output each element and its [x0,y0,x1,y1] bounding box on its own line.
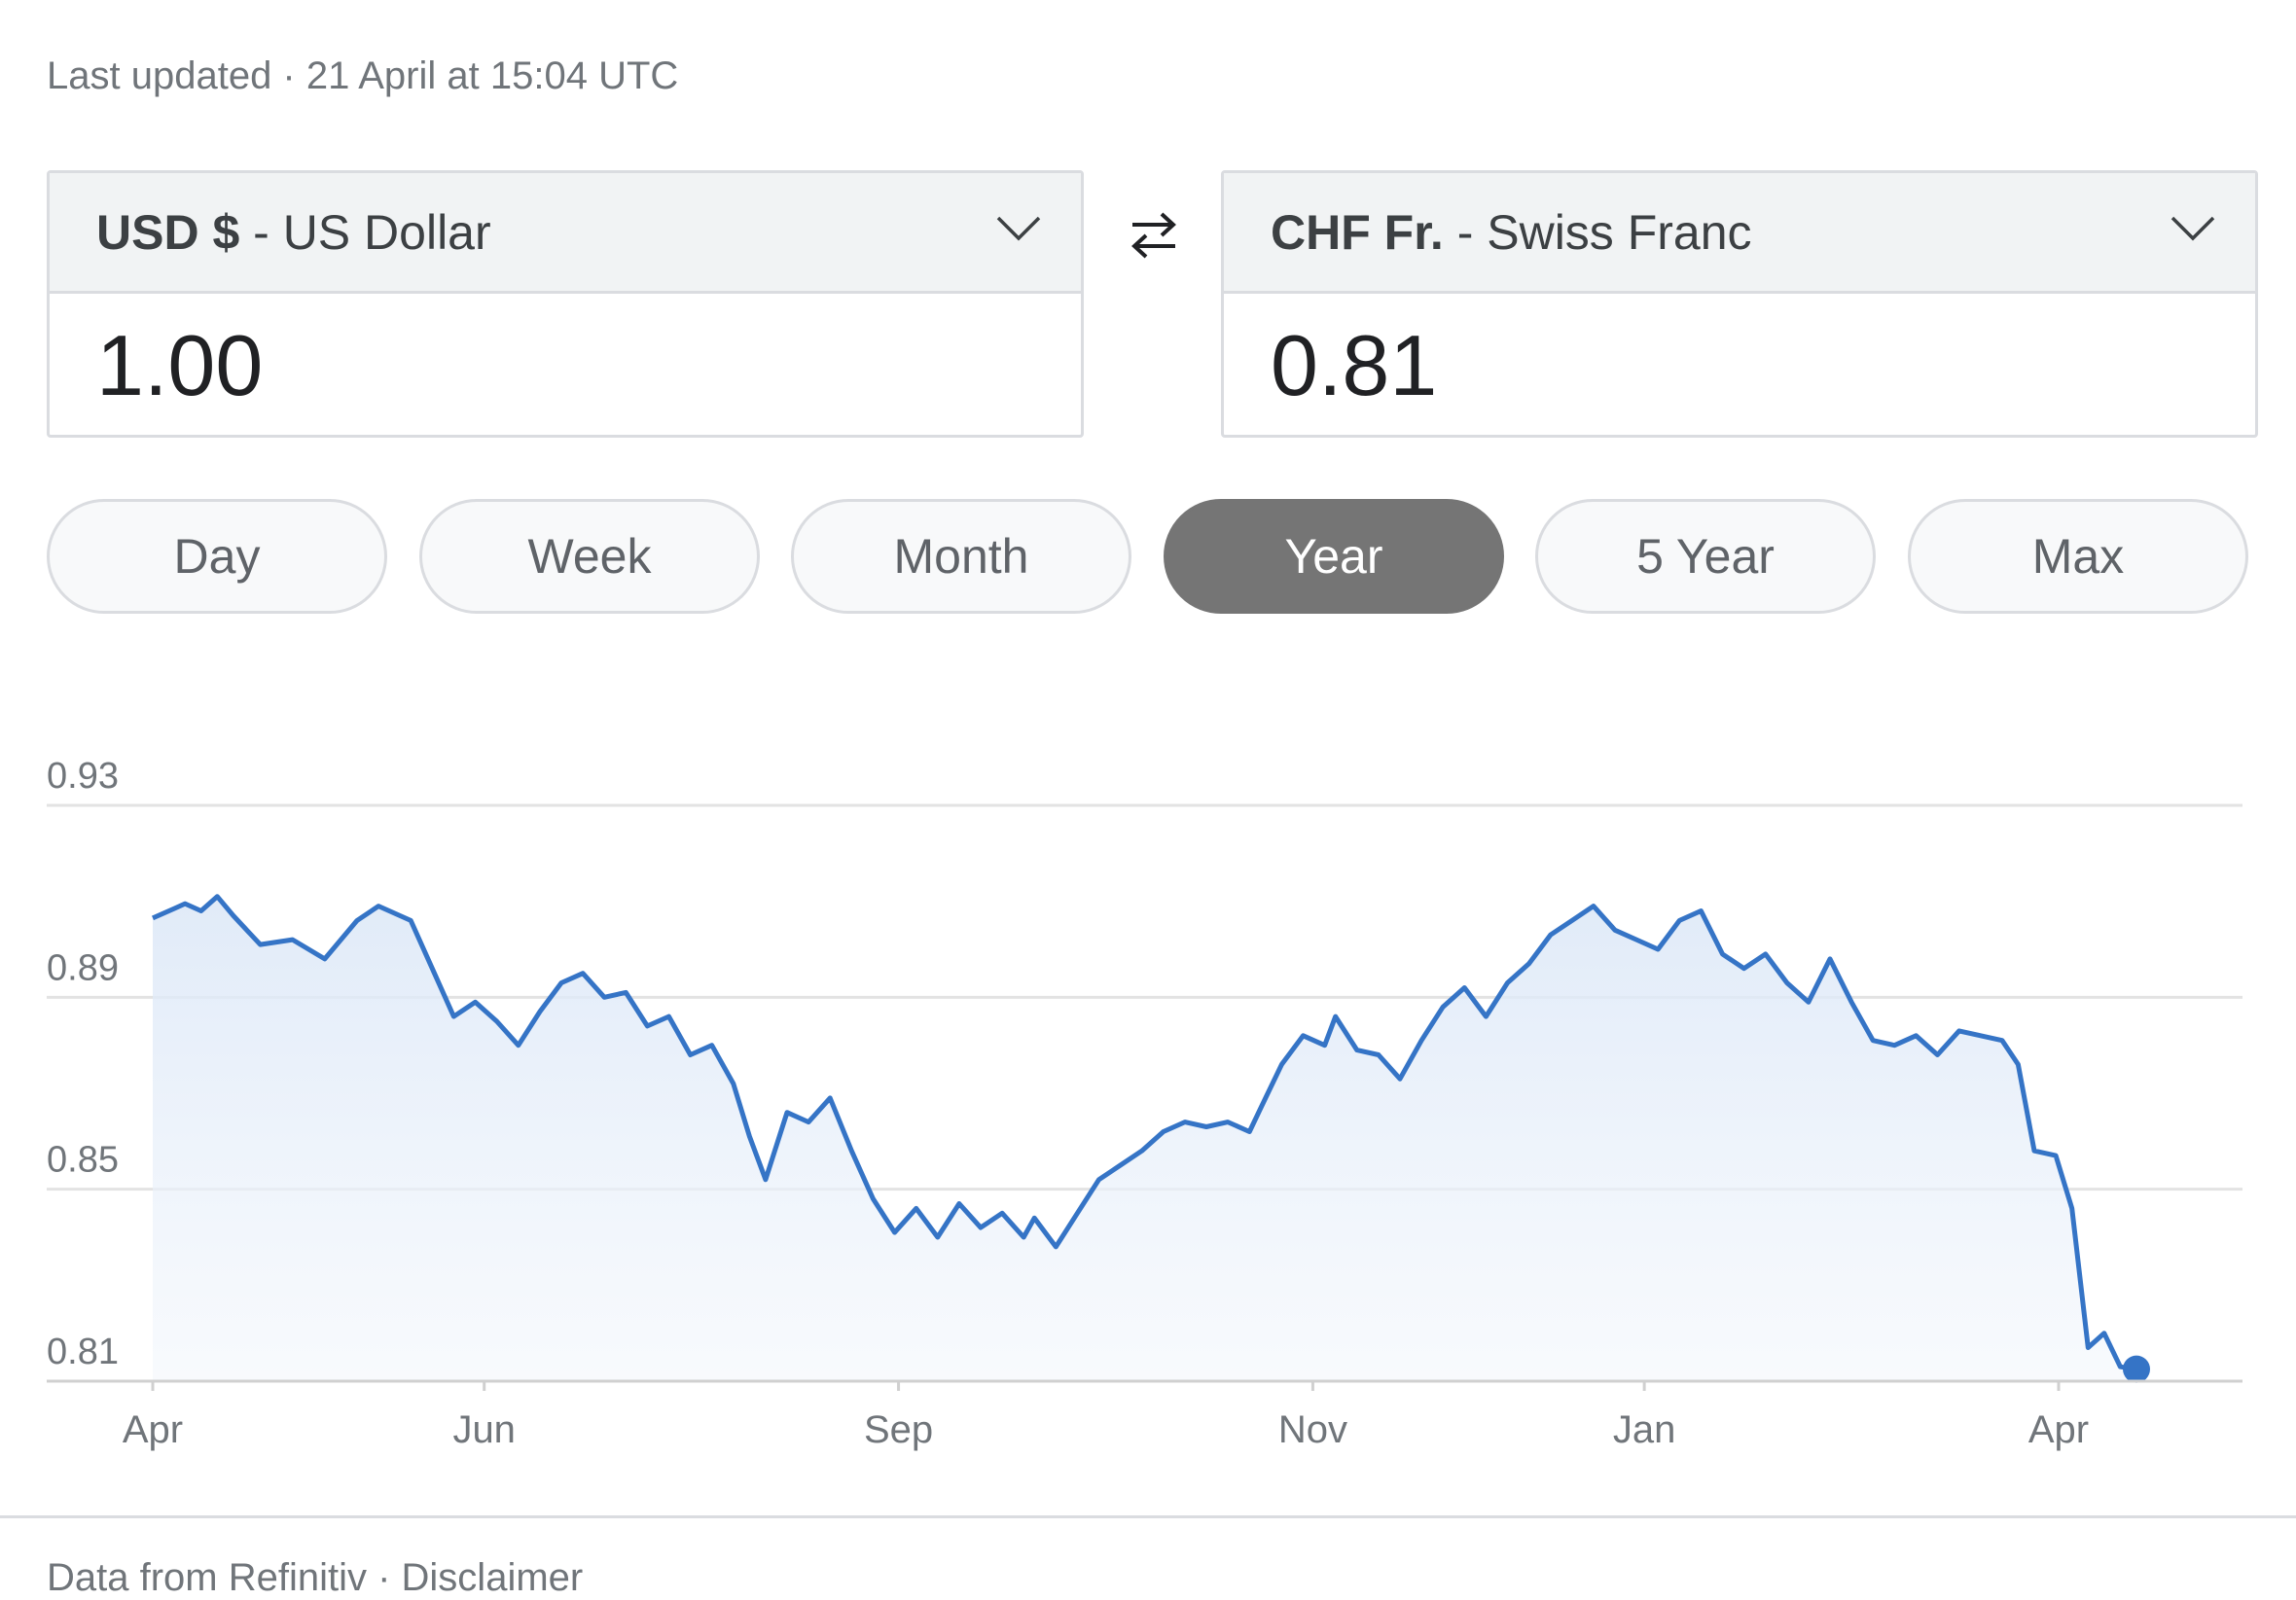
from-currency-name: - US Dollar [239,204,491,260]
range-button-month[interactable]: Month [791,499,1131,614]
x-tick-label: Apr [2028,1408,2089,1451]
chevron-down-icon [2170,216,2215,241]
y-tick-label: 0.93 [47,756,119,797]
y-tick-label: 0.89 [47,947,119,988]
exchange-rate-chart: 0.930.890.850.81Apr Jun Sep Nov Jan Apr [47,756,2242,1451]
range-button-day[interactable]: Day [47,499,387,614]
footer-text: Data from Refinitiv · Disclaimer [47,1556,584,1599]
to-amount-input[interactable]: 0.81 [1224,294,2255,438]
last-updated-text: Last updated · 21 April at 15:04 UTC [47,54,679,97]
range-button-year[interactable]: Year [1164,499,1504,614]
from-amount-input[interactable]: 1.00 [50,294,1081,438]
from-currency-select[interactable]: USD $ - US Dollar [50,173,1081,294]
y-tick-label: 0.81 [47,1332,119,1372]
swap-arrows-icon[interactable] [1127,208,1181,263]
from-currency-code: USD $ [96,204,240,260]
to-currency-box: CHF Fr. - Swiss Franc 0.81 [1221,170,2258,438]
range-button-5-year[interactable]: 5 Year [1535,499,1876,614]
x-tick-label: Nov [1278,1408,1347,1451]
range-selector: Day Week Month Year 5 Year Max [47,499,2278,616]
y-tick-label: 0.85 [47,1140,119,1181]
range-button-week[interactable]: Week [419,499,760,614]
footer-divider [0,1515,2296,1518]
from-currency-box: USD $ - US Dollar 1.00 [47,170,1084,438]
x-tick-label: Apr [123,1408,183,1451]
x-tick-label: Jun [452,1408,516,1451]
to-currency-select[interactable]: CHF Fr. - Swiss Franc [1224,173,2255,294]
chevron-down-icon [996,216,1041,241]
current-point-marker [2123,1355,2150,1383]
area-fill [153,896,2136,1381]
to-currency-name: - Swiss Franc [1443,204,1752,260]
to-currency-code: CHF Fr. [1271,204,1444,260]
range-button-max[interactable]: Max [1908,499,2248,614]
x-tick-label: Jan [1613,1408,1676,1451]
x-tick-label: Sep [864,1408,933,1451]
